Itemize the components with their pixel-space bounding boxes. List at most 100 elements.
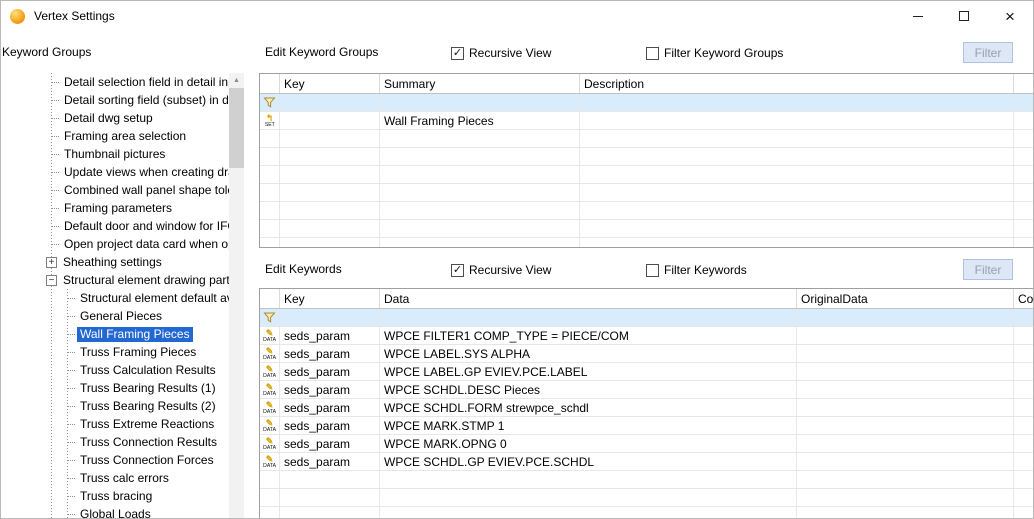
tree-scrollbar-thumb[interactable] xyxy=(229,88,244,168)
checkbox-box xyxy=(646,264,659,277)
recursive-view-checkbox-bottom[interactable]: ✓ Recursive View xyxy=(451,263,551,277)
cell-data xyxy=(380,471,797,488)
column-header-key[interactable]: Key xyxy=(280,74,380,93)
column-header-extra[interactable] xyxy=(1014,74,1034,93)
tree-item[interactable]: Truss calc errors xyxy=(41,469,229,487)
column-header-icon[interactable] xyxy=(260,74,280,93)
table-row[interactable] xyxy=(260,220,1034,238)
column-header-summary[interactable]: Summary xyxy=(380,74,580,93)
expand-icon[interactable]: + xyxy=(46,257,57,268)
row-icon-cell xyxy=(260,507,280,519)
cell-summary xyxy=(380,130,580,147)
tree-item[interactable]: Detail selection field in detail inp xyxy=(41,73,229,91)
tree-item[interactable]: −Structural element drawing part xyxy=(41,271,229,289)
row-icon-cell: ✎DATA xyxy=(260,381,280,398)
table-row[interactable] xyxy=(260,507,1034,519)
cell-description xyxy=(580,94,1014,111)
tree-item[interactable]: Truss Calculation Results xyxy=(41,361,229,379)
filter-keyword-groups-checkbox[interactable]: Filter Keyword Groups xyxy=(646,46,783,60)
tree-item[interactable]: Wall Framing Pieces xyxy=(41,325,229,343)
tree-item[interactable]: +Sheathing settings xyxy=(41,253,229,271)
tree-item[interactable]: Open project data card when op xyxy=(41,235,229,253)
table-row[interactable] xyxy=(260,238,1034,248)
column-header-originaldata[interactable]: OriginalData xyxy=(797,289,1014,308)
cell-description xyxy=(580,166,1014,183)
cell-extra xyxy=(1014,94,1034,111)
table-row[interactable] xyxy=(260,489,1034,507)
scroll-up-icon[interactable]: ▲ xyxy=(229,73,244,88)
minimize-button[interactable] xyxy=(895,1,941,31)
table-row[interactable] xyxy=(260,130,1034,148)
table-row[interactable]: ✎DATAseds_paramWPCE SCHDL.FORM strewpce_… xyxy=(260,399,1034,417)
tree-item[interactable]: Default door and window for IFC xyxy=(41,217,229,235)
tree-item[interactable]: Truss Bearing Results (2) xyxy=(41,397,229,415)
column-header-co[interactable]: Co xyxy=(1014,289,1034,308)
tree-item[interactable]: Truss Extreme Reactions xyxy=(41,415,229,433)
tree-item[interactable]: Truss Framing Pieces xyxy=(41,343,229,361)
table-row[interactable]: ✎DATAseds_paramWPCE SCHDL.DESC Pieces xyxy=(260,381,1034,399)
tree-item[interactable]: Framing parameters xyxy=(41,199,229,217)
column-header-description[interactable]: Description xyxy=(580,74,1014,93)
tree-item[interactable]: Framing area selection xyxy=(41,127,229,145)
cell-key xyxy=(280,130,380,147)
close-button[interactable]: × xyxy=(987,1,1033,31)
table-row[interactable]: ✎DATAseds_paramWPCE LABEL.SYS ALPHA xyxy=(260,345,1034,363)
cell-key xyxy=(280,507,380,519)
cell-description xyxy=(580,220,1014,237)
column-header-data[interactable]: Data xyxy=(380,289,797,308)
tree-item[interactable]: Truss Connection Results xyxy=(41,433,229,451)
maximize-icon xyxy=(959,11,969,21)
table-row[interactable]: ✎DATAseds_paramWPCE LABEL.GP EVIEV.PCE.L… xyxy=(260,363,1034,381)
table-row[interactable] xyxy=(260,184,1034,202)
row-icon-cell xyxy=(260,238,280,248)
table-row[interactable]: ✎DATAseds_paramWPCE MARK.STMP 1 xyxy=(260,417,1034,435)
tree-item[interactable]: Global Loads xyxy=(41,505,229,519)
table-row[interactable]: ✎DATAseds_paramWPCE FILTER1 COMP_TYPE = … xyxy=(260,327,1034,345)
tree-item[interactable]: Combined wall panel shape tole xyxy=(41,181,229,199)
column-header-icon[interactable] xyxy=(260,289,280,308)
table-row[interactable] xyxy=(260,94,1034,112)
tree-item[interactable]: General Pieces xyxy=(41,307,229,325)
row-icon-cell: ✎DATA xyxy=(260,363,280,380)
table-row[interactable] xyxy=(260,309,1034,327)
data-icon: ✎DATA xyxy=(262,383,277,397)
tree-connector xyxy=(67,514,75,515)
tree-item[interactable]: Update views when creating dra xyxy=(41,163,229,181)
filter-keywords-checkbox[interactable]: Filter Keywords xyxy=(646,263,747,277)
maximize-button[interactable] xyxy=(941,1,987,31)
tree-scrollbar[interactable]: ▲ xyxy=(229,73,244,519)
cell-co xyxy=(1014,309,1034,326)
table-row[interactable]: ✎DATAseds_paramWPCE SCHDL.GP EVIEV.PCE.S… xyxy=(260,453,1034,471)
tree-item-label: Structural element default av xyxy=(77,291,229,306)
cell-key xyxy=(280,238,380,248)
cell-co xyxy=(1014,489,1034,506)
tree-connector xyxy=(51,226,59,227)
tree-item-label: Default door and window for IFC xyxy=(61,219,229,234)
table-row[interactable] xyxy=(260,166,1034,184)
tree-item-label: Detail dwg setup xyxy=(61,111,156,126)
table-row[interactable] xyxy=(260,202,1034,220)
keyword-groups-table-header: Key Summary Description xyxy=(260,74,1034,94)
tree-item-label: Open project data card when op xyxy=(61,237,229,252)
cell-key xyxy=(280,166,380,183)
table-row[interactable] xyxy=(260,471,1034,489)
table-row[interactable] xyxy=(260,148,1034,166)
set-icon: ↰SET xyxy=(264,114,276,128)
tree-item[interactable]: Structural element default av xyxy=(41,289,229,307)
filter-button-top[interactable]: Filter xyxy=(963,42,1013,63)
cell-summary xyxy=(380,184,580,201)
tree-item[interactable]: Truss Connection Forces xyxy=(41,451,229,469)
column-header-key[interactable]: Key xyxy=(280,289,380,308)
filter-button-bottom[interactable]: Filter xyxy=(963,259,1013,280)
table-row[interactable]: ↰SETWall Framing Pieces xyxy=(260,112,1034,130)
data-icon: ✎DATA xyxy=(262,419,277,433)
table-row[interactable]: ✎DATAseds_paramWPCE MARK.OPNG 0 xyxy=(260,435,1034,453)
tree-item[interactable]: Truss bracing xyxy=(41,487,229,505)
collapse-icon[interactable]: − xyxy=(46,275,57,286)
tree-item[interactable]: Detail dwg setup xyxy=(41,109,229,127)
tree-item[interactable]: Detail sorting field (subset) in de xyxy=(41,91,229,109)
tree-item[interactable]: Truss Bearing Results (1) xyxy=(41,379,229,397)
recursive-view-checkbox-top[interactable]: ✓ Recursive View xyxy=(451,46,551,60)
tree-item[interactable]: Thumbnail pictures xyxy=(41,145,229,163)
cell-key xyxy=(280,94,380,111)
